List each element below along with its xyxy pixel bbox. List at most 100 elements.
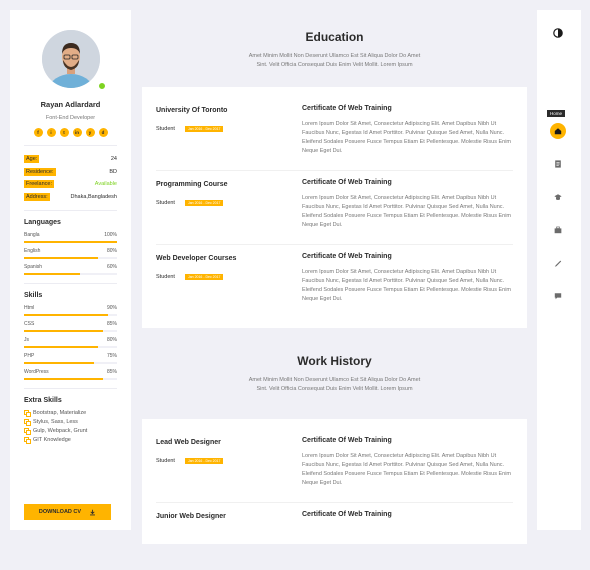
copy-icon (24, 428, 31, 435)
entry-certificate: Certificate Of Web Training (302, 437, 392, 444)
progress-bar (24, 313, 117, 316)
date-badge: Jan 2016 - Dec 2017 (184, 126, 224, 132)
download-cv-label: DOWNLOAD CV (38, 509, 82, 515)
language-item: Spanish 60% (24, 264, 117, 275)
info-row-age: Age: 24 (24, 154, 117, 164)
info-row-residence: Residence: BD (24, 167, 117, 177)
date-badge: Jan 2016 - Dec 2017 (184, 200, 224, 206)
skill-item: CSS 85% (24, 321, 117, 332)
info-key: Freelance: (24, 180, 54, 188)
language-value: 80% (106, 247, 117, 254)
right-navigation: Home (537, 10, 581, 530)
progress-bar (24, 240, 117, 243)
dribbble-icon[interactable]: d (98, 128, 108, 137)
progress-fill (24, 329, 104, 332)
profile-sidebar: Rayan Adlardard Font-End Developer f i t… (10, 10, 131, 530)
progress-fill (24, 313, 108, 316)
progress-fill (24, 345, 99, 348)
skill-label: WordPress (24, 368, 49, 375)
extra-skills-title: Extra Skills (24, 396, 62, 404)
entry-description: Lorem Ipsum Dolor Sit Amet, Consectetur … (302, 269, 512, 302)
divider (24, 209, 117, 211)
extra-skill-label: Bootstrap, Materialize (33, 409, 87, 416)
entry-role: Student (156, 126, 175, 132)
nav-home-button[interactable] (550, 123, 566, 139)
skill-label: PHP (24, 352, 35, 359)
copy-icon (24, 419, 31, 426)
work-history-card: Lead Web Designer Student Jan 2016 - Dec … (142, 419, 527, 544)
entry-certificate: Certificate Of Web Training (302, 179, 392, 186)
language-value: 60% (106, 263, 117, 270)
progress-fill (24, 240, 117, 243)
download-cv-button[interactable]: DOWNLOAD CV (24, 504, 111, 520)
info-value: BD (109, 168, 117, 175)
work-history-heading: Work History (297, 354, 372, 368)
extra-skill-item: Gulp, Webpack, Grunt (24, 427, 117, 435)
education-entry: Programming Course Student Jan 2016 - Dec… (156, 171, 513, 245)
resume-icon[interactable] (554, 160, 562, 168)
info-key: Age: (24, 155, 40, 163)
entry-title: University Of Toronto (156, 107, 228, 114)
skill-label: Html (24, 304, 35, 311)
skill-value: 90% (106, 304, 117, 311)
date-badge: Jan 2016 - Dec 2017 (184, 274, 224, 280)
theme-toggle-icon[interactable] (553, 28, 563, 38)
languages-title: Languages (24, 218, 61, 226)
languages-section: Languages Bangla 100% English 80% Spanish 6… (24, 219, 117, 275)
online-status-dot (98, 82, 106, 90)
progress-bar (24, 361, 117, 364)
language-label: Spanish (24, 263, 43, 270)
date-badge: Jan 2016 - Dec 2017 (184, 458, 224, 464)
education-section: Education Amet Minim Mollit Non Deserunt… (142, 10, 527, 328)
profile-name: Rayan Adlardard (40, 100, 101, 109)
skill-item: Js 80% (24, 337, 117, 348)
skill-item: WordPress 85% (24, 369, 117, 380)
youtube-icon[interactable]: y (85, 128, 95, 137)
entry-title: Lead Web Designer (156, 439, 221, 446)
entry-role: Student (156, 458, 175, 464)
entry-certificate: Certificate Of Web Training (302, 253, 392, 260)
progress-fill (24, 377, 104, 380)
social-links: f i t in y d (24, 128, 117, 137)
info-row-freelance: Freelance: Available (24, 179, 117, 189)
chat-icon[interactable] (554, 292, 562, 300)
twitter-icon[interactable]: t (59, 128, 69, 137)
profile-role: Font-End Developer (45, 115, 96, 121)
skill-value: 85% (106, 368, 117, 375)
language-item: English 80% (24, 248, 117, 259)
home-icon (554, 128, 562, 135)
work-entry: Lead Web Designer Student Jan 2016 - Dec … (156, 429, 513, 503)
entry-role: Student (156, 200, 175, 206)
main-content: Education Amet Minim Mollit Non Deserunt… (142, 10, 527, 560)
extra-skill-item: GIT Knowledge (24, 436, 117, 444)
skill-label: Js (24, 336, 29, 343)
skill-value: 80% (106, 336, 117, 343)
info-value: Dhaka,Bangladesh (70, 193, 117, 200)
entry-role: Student (156, 274, 175, 280)
extra-skill-label: GIT Knowledge (33, 436, 71, 443)
skill-item: Html 90% (24, 305, 117, 316)
progress-bar (24, 272, 117, 275)
progress-bar (24, 329, 117, 332)
portfolio-icon[interactable] (554, 226, 562, 234)
copy-icon (24, 437, 31, 444)
facebook-icon[interactable]: f (33, 128, 43, 137)
avatar-portrait (41, 30, 100, 88)
linkedin-icon[interactable]: in (72, 128, 82, 137)
language-label: Bangla (24, 231, 40, 238)
info-value: 24 (110, 156, 117, 162)
work-history-section: Work History Amet Minim Mollit Non Deser… (142, 328, 527, 544)
education-icon[interactable] (554, 193, 562, 201)
entry-description: Lorem Ipsum Dolor Sit Amet, Consectetur … (302, 121, 512, 154)
extra-skill-label: Gulp, Webpack, Grunt (33, 427, 88, 434)
extra-skill-item: Bootstrap, Materialize (24, 409, 117, 417)
skill-value: 75% (106, 352, 117, 359)
entry-certificate: Certificate Of Web Training (302, 105, 392, 112)
progress-bar (24, 345, 117, 348)
instagram-icon[interactable]: i (46, 128, 56, 137)
blog-icon[interactable] (554, 259, 562, 267)
entry-description: Lorem Ipsum Dolor Sit Amet, Consectetur … (302, 453, 512, 486)
work-history-lead: Amet Minim Mollit Non Deserunt Ullamco E… (248, 377, 421, 392)
divider (24, 282, 117, 284)
avatar (41, 30, 100, 88)
